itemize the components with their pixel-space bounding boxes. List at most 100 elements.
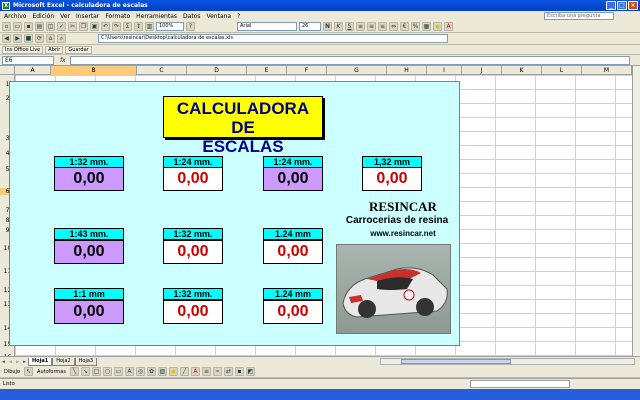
picture-icon[interactable]: ▨ <box>157 367 167 376</box>
column-header[interactable]: G <box>327 66 387 75</box>
last-sheet-icon[interactable]: ▸ <box>21 359 28 365</box>
clipart-icon[interactable]: ✿ <box>146 367 156 376</box>
redo-icon[interactable]: ↷ <box>112 22 121 31</box>
column-header[interactable]: A <box>15 66 51 75</box>
arrow-icon[interactable]: ↘ <box>80 367 90 376</box>
wordart-icon[interactable]: A <box>124 367 134 376</box>
font-name-select[interactable]: Arial <box>237 22 297 31</box>
font-size-select[interactable]: 26 <box>299 22 321 31</box>
font-color-icon[interactable]: A <box>444 22 453 31</box>
scale-result[interactable]: 0,00 <box>163 167 223 191</box>
fill-color-icon[interactable]: ◆ <box>168 367 178 376</box>
fx-icon[interactable]: fx <box>60 57 66 64</box>
paste-icon[interactable]: ▣ <box>90 22 99 31</box>
back-icon[interactable]: ◀ <box>2 34 11 43</box>
arrow-style-icon[interactable]: ⇄ <box>223 367 233 376</box>
sort-icon[interactable]: ↕ <box>134 22 143 31</box>
menu-datos[interactable]: Datos <box>183 13 200 20</box>
scale-result[interactable]: 0,00 <box>263 300 323 324</box>
prev-sheet-icon[interactable]: ◃ <box>7 359 14 365</box>
scroll-thumb[interactable] <box>401 359 511 364</box>
align-left-icon[interactable]: ≡ <box>356 22 365 31</box>
menu-archivo[interactable]: Archivo <box>4 13 26 20</box>
copy-icon[interactable]: ❐ <box>79 22 88 31</box>
underline-icon[interactable]: S <box>345 22 354 31</box>
menu-help[interactable]: ? <box>237 13 240 20</box>
chart-icon[interactable]: ▥ <box>145 22 154 31</box>
column-header[interactable]: K <box>502 66 542 75</box>
align-center-icon[interactable]: ≡ <box>367 22 376 31</box>
open-icon[interactable]: ▭ <box>13 22 22 31</box>
help-question-input[interactable]: Escriba una pregunta <box>544 12 614 20</box>
column-header[interactable]: M <box>582 66 632 75</box>
minimize-icon[interactable]: _ <box>606 1 616 10</box>
cut-icon[interactable]: ✂ <box>68 22 77 31</box>
fill-color-icon[interactable]: ◆ <box>433 22 442 31</box>
3d-icon[interactable]: ◩ <box>245 367 255 376</box>
bold-icon[interactable]: N <box>323 22 332 31</box>
stop-icon[interactable]: ■ <box>24 34 33 43</box>
address-field[interactable]: C:\Users\resincar\Desktop\calculadora de… <box>98 34 448 43</box>
menu-herramientas[interactable]: Herramientas <box>136 13 177 20</box>
print-icon[interactable]: ▤ <box>35 22 44 31</box>
maximize-icon[interactable]: □ <box>617 1 627 10</box>
save-icon[interactable]: ▪ <box>24 22 33 31</box>
italic-icon[interactable]: K <box>334 22 343 31</box>
sheet-tab[interactable]: Hoja3 <box>74 357 98 366</box>
spelling-icon[interactable]: ✓ <box>57 22 66 31</box>
scale-result[interactable]: 0,00 <box>163 300 223 324</box>
next-sheet-icon[interactable]: ▹ <box>14 359 21 365</box>
help-icon[interactable]: ? <box>186 22 195 31</box>
first-sheet-icon[interactable]: ◂ <box>0 359 7 365</box>
column-header[interactable]: J <box>462 66 502 75</box>
rectangle-icon[interactable]: □ <box>91 367 101 376</box>
menu-ventana[interactable]: Ventana <box>206 13 231 20</box>
column-header[interactable]: E <box>247 66 287 75</box>
scale-value-input[interactable]: 0,00 <box>54 300 124 324</box>
column-header[interactable]: B <box>51 66 137 75</box>
currency-icon[interactable]: € <box>400 22 409 31</box>
align-right-icon[interactable]: ≡ <box>378 22 387 31</box>
forward-icon[interactable]: ▶ <box>13 34 22 43</box>
formula-input[interactable] <box>69 55 630 65</box>
refresh-icon[interactable]: ⟳ <box>35 34 44 43</box>
horizontal-scrollbar[interactable] <box>380 358 635 365</box>
line-style-icon[interactable]: ≡ <box>201 367 211 376</box>
open-live-button[interactable]: Abrir <box>45 45 64 54</box>
menu-insertar[interactable]: Insertar <box>76 13 99 20</box>
close-icon[interactable]: × <box>628 1 638 10</box>
percent-icon[interactable]: % <box>411 22 420 31</box>
preview-icon[interactable]: ◫ <box>46 22 55 31</box>
new-icon[interactable]: ▫ <box>2 22 11 31</box>
home-icon[interactable]: ⌂ <box>46 34 55 43</box>
sheet-tab[interactable]: Hoja1 <box>28 357 53 366</box>
border-icon[interactable]: ▦ <box>422 22 431 31</box>
sum-icon[interactable]: Σ <box>123 22 132 31</box>
shadow-icon[interactable]: ▪ <box>234 367 244 376</box>
scale-value-input[interactable]: 0,00 <box>54 240 124 264</box>
pointer-icon[interactable]: ↖ <box>24 367 34 376</box>
column-header[interactable]: D <box>187 66 247 75</box>
oval-icon[interactable]: ○ <box>102 367 112 376</box>
scale-result[interactable]: 0,00 <box>263 240 323 264</box>
font-color-icon[interactable]: A <box>190 367 200 376</box>
scale-result[interactable]: 0,00 <box>163 240 223 264</box>
office-live-button[interactable]: Ins Office Live <box>2 45 44 54</box>
sheet-tab[interactable]: Hoja2 <box>52 357 75 366</box>
save-live-button[interactable]: Guardar <box>65 45 92 54</box>
menu-formato[interactable]: Formato <box>105 13 130 20</box>
column-header[interactable]: F <box>287 66 327 75</box>
column-header[interactable]: C <box>137 66 187 75</box>
scale-value-input[interactable]: 0,00 <box>263 167 323 191</box>
dibujo-menu[interactable]: Dibujo <box>2 369 22 375</box>
menu-edicion[interactable]: Edición <box>32 13 54 20</box>
column-header[interactable]: I <box>427 66 462 75</box>
merge-icon[interactable]: ⇔ <box>389 22 398 31</box>
diagram-icon[interactable]: ◎ <box>135 367 145 376</box>
name-box[interactable]: E6 <box>2 55 54 65</box>
select-all-corner[interactable] <box>0 66 15 75</box>
zoom-select[interactable]: 100% <box>156 22 184 31</box>
dash-style-icon[interactable]: ┅ <box>212 367 222 376</box>
line-icon[interactable]: ╲ <box>69 367 79 376</box>
textbox-icon[interactable]: ▭ <box>113 367 123 376</box>
